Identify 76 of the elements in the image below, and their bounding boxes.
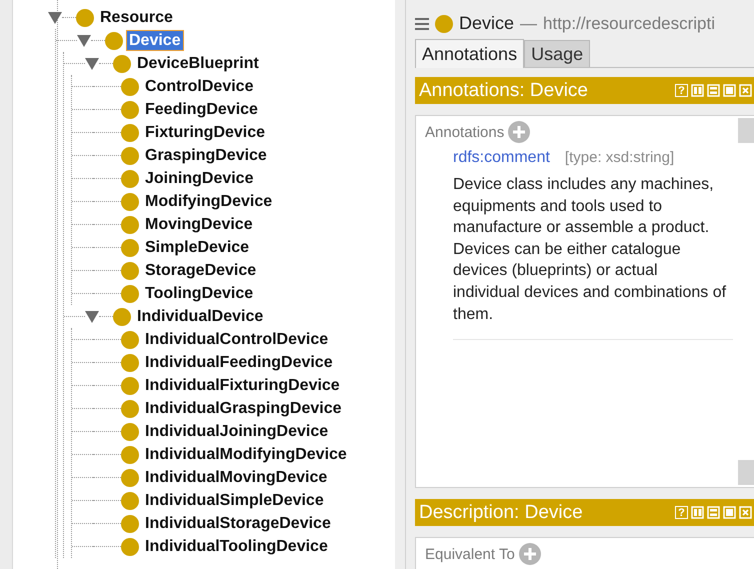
class-icon [76, 8, 94, 26]
tree-item[interactable]: GraspingDevice [142, 145, 270, 166]
tree-item[interactable]: SimpleDevice [142, 237, 252, 258]
class-icon [121, 238, 139, 256]
tree-item[interactable]: DeviceBlueprint [134, 53, 262, 74]
tree-item[interactable]: ToolingDevice [142, 283, 256, 304]
class-icon [105, 32, 123, 50]
tree-item[interactable]: IndividualGraspingDevice [142, 398, 344, 419]
tree-item[interactable]: IndividualFixturingDevice [142, 375, 343, 396]
view-title: Annotations: Device [419, 80, 589, 102]
separator-dash: — [520, 14, 538, 34]
split-vertical-icon[interactable] [691, 84, 704, 97]
tree-item[interactable]: IndividualSimpleDevice [142, 490, 327, 511]
class-icon [121, 262, 139, 280]
tree-item[interactable]: IndividualToolingDevice [142, 536, 331, 557]
section-label: Equivalent To [425, 546, 515, 562]
maximize-icon[interactable] [723, 84, 736, 97]
class-icon [121, 446, 139, 464]
class-icon [121, 354, 139, 372]
annotation-value: Device class includes any machines, equipments and tools used to manufacture or assemble a product. Devices can be either catalogue devices (blueprints) or actual individual devices and combinations of them. [453, 175, 728, 325]
class-icon [121, 170, 139, 188]
datatype-label: [type: xsd:string] [564, 149, 674, 166]
entity-name: Device [459, 13, 514, 34]
split-vertical-icon[interactable] [691, 506, 704, 519]
class-icon [121, 146, 139, 164]
class-icon [121, 100, 139, 118]
maximize-icon[interactable] [723, 506, 736, 519]
tree-item[interactable]: StorageDevice [142, 260, 260, 281]
tree-item[interactable]: ModifyingDevice [142, 191, 276, 212]
tree-item[interactable]: IndividualFeedingDevice [142, 352, 336, 373]
collapse-arrow-icon[interactable] [77, 34, 91, 46]
collapse-arrow-icon[interactable] [85, 310, 99, 322]
class-icon [121, 124, 139, 142]
tree-item[interactable]: IndividualModifyingDevice [142, 444, 350, 465]
tree-item[interactable]: Device [126, 30, 184, 51]
tree-item[interactable]: MovingDevice [142, 214, 256, 235]
tree-item[interactable]: IndividualDevice [134, 306, 266, 327]
view-title: Description: Device [419, 502, 584, 524]
tab[interactable]: Annotations [415, 39, 524, 68]
class-icon [121, 376, 139, 394]
close-icon[interactable] [739, 506, 752, 519]
section-label: Annotations [425, 124, 504, 140]
class-icon [121, 284, 139, 302]
class-icon [121, 468, 139, 486]
tree-item[interactable]: JoiningDevice [142, 168, 256, 189]
class-icon [435, 14, 453, 32]
add-icon[interactable] [518, 543, 541, 565]
close-icon[interactable] [739, 84, 752, 97]
tree-item[interactable]: IndividualMovingDevice [142, 467, 330, 488]
annotation-property[interactable]: rdfs:comment [453, 149, 550, 167]
class-icon [121, 192, 139, 210]
collapse-arrow-icon[interactable] [48, 12, 62, 24]
class-icon [113, 308, 131, 326]
tree-item[interactable]: FixturingDevice [142, 122, 268, 143]
class-icon [121, 538, 139, 556]
class-icon [121, 78, 139, 96]
add-icon[interactable] [508, 121, 530, 143]
collapse-arrow-icon[interactable] [85, 58, 99, 70]
tree-item[interactable]: ControlDevice [142, 76, 256, 97]
tab[interactable]: Usage [524, 40, 590, 67]
entity-iri: http://resourcedescripti [543, 14, 715, 34]
class-icon [121, 492, 139, 510]
class-icon [121, 422, 139, 440]
tree-item[interactable]: IndividualStorageDevice [142, 513, 334, 534]
class-icon [121, 216, 139, 234]
tree-item[interactable]: FeedingDevice [142, 99, 261, 120]
class-icon [113, 54, 131, 72]
tree-item[interactable]: Resource [97, 7, 176, 28]
tree-item[interactable]: IndividualControlDevice [142, 329, 332, 350]
menu-icon[interactable] [415, 16, 429, 30]
class-icon [121, 400, 139, 418]
split-horizontal-icon[interactable] [707, 84, 720, 97]
class-icon [121, 514, 139, 532]
class-icon [121, 330, 139, 348]
split-horizontal-icon[interactable] [707, 506, 720, 519]
tree-item[interactable]: IndividualJoiningDevice [142, 421, 332, 442]
